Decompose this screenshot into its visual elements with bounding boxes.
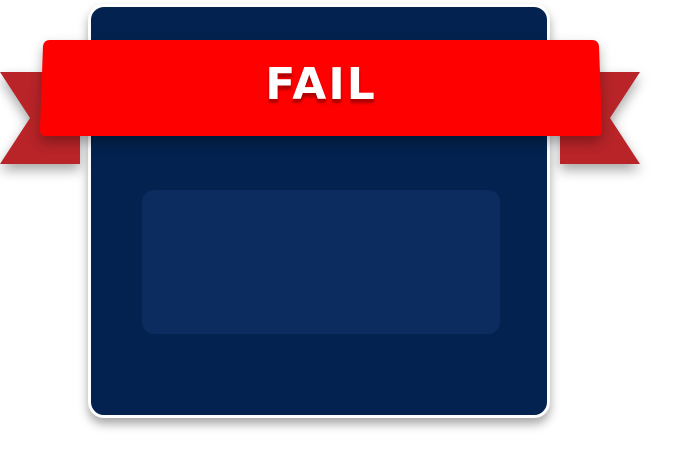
result-ribbon <box>40 40 602 136</box>
result-content-box <box>142 190 500 334</box>
